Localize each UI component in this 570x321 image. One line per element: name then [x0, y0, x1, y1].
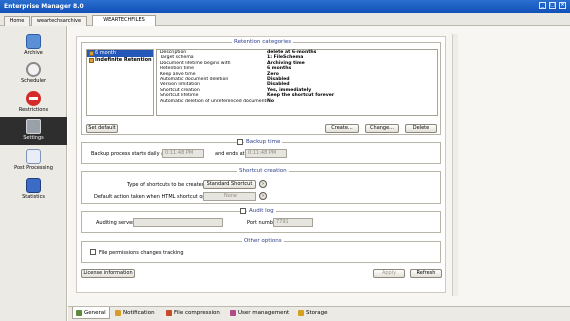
retention-group: Retention categories 6 month Indefinite …: [81, 39, 441, 135]
tab-label: Notification: [123, 310, 155, 316]
apply-button[interactable]: Apply: [373, 269, 405, 278]
change-button[interactable]: Change...: [365, 124, 399, 133]
backup-end-label: and ends at: [215, 151, 245, 157]
category-label: Indefinite Retention: [95, 57, 152, 63]
sidebar: Archive Scheduler Restrictions Settings …: [0, 26, 67, 321]
detail-row: Automatic deletion of unreferenced docum…: [157, 99, 437, 104]
sidebar-item-settings[interactable]: Settings: [0, 117, 67, 145]
create-button[interactable]: Create...: [325, 124, 359, 133]
window-title: Enterprise Manager 8.0: [4, 3, 84, 10]
file-permissions-label: File permissions changes tracking: [99, 250, 184, 256]
chevron-down-icon[interactable]: ›: [259, 192, 267, 200]
category-label: 6 month: [95, 50, 116, 56]
sidebar-item-restrictions[interactable]: Restrictions: [0, 89, 67, 117]
sidebar-item-label: Statistics: [22, 194, 45, 200]
retention-title: Retention categories: [232, 39, 294, 45]
file-compression-icon: [166, 310, 172, 316]
window-titlebar: Enterprise Manager 8.0 _ □ ×: [0, 0, 570, 13]
shortcut-title: Shortcut creation: [237, 168, 289, 174]
retention-details: Description delete at 6-months Target sch…: [156, 49, 438, 116]
audit-checkbox[interactable]: [240, 208, 246, 214]
notification-icon: [115, 310, 121, 316]
default-action-select[interactable]: None: [203, 192, 256, 201]
other-options-title: Other options: [242, 238, 284, 244]
list-item[interactable]: Indefinite Retention: [87, 57, 153, 64]
list-item[interactable]: 6 month: [87, 50, 153, 57]
sidebar-item-post-processing[interactable]: Post Processing: [0, 147, 67, 175]
detail-key: Automatic deletion of unreferenced docum…: [160, 98, 267, 104]
tab-storage[interactable]: Storage: [295, 307, 331, 319]
port-number-field[interactable]: 7791: [273, 218, 313, 227]
tab-weartechfiles[interactable]: WEARTECHFILES: [92, 15, 156, 26]
refresh-button[interactable]: Refresh: [410, 269, 442, 278]
user-management-icon: [230, 310, 236, 316]
tab-home[interactable]: Home: [4, 16, 30, 26]
tab-label: Storage: [306, 310, 328, 316]
audit-group: Audit log Auditing server Port number 77…: [81, 208, 441, 233]
tab-user-management[interactable]: User management: [227, 307, 292, 319]
license-information-button[interactable]: License information: [81, 269, 135, 278]
shortcut-type-select[interactable]: Standard Shortcut: [203, 180, 256, 189]
top-tab-bar: Home weartechsarchive WEARTECHFILES: [0, 13, 570, 26]
sidebar-item-label: Settings: [23, 135, 44, 141]
sidebar-item-label: Restrictions: [18, 107, 49, 113]
file-permissions-checkbox[interactable]: [90, 249, 96, 255]
maximize-icon[interactable]: □: [549, 2, 556, 9]
tab-weartechsarchive[interactable]: weartechsarchive: [31, 16, 87, 26]
default-action-label: Default action taken when HTML shortcut …: [94, 194, 219, 200]
sidebar-item-scheduler[interactable]: Scheduler: [0, 60, 67, 88]
shortcut-group: Shortcut creation Type of shortcuts to b…: [81, 168, 441, 204]
settings-panel: Retention categories 6 month Indefinite …: [76, 36, 446, 293]
other-options-group: Other options File permissions changes t…: [81, 238, 441, 263]
retention-category-list[interactable]: 6 month Indefinite Retention: [86, 49, 154, 116]
sidebar-item-archive[interactable]: Archive: [0, 32, 67, 60]
tab-file-compression[interactable]: File compression: [163, 307, 223, 319]
tab-label: File compression: [174, 310, 220, 316]
tab-label: User management: [238, 310, 290, 316]
window-controls: _ □ ×: [539, 2, 566, 9]
backup-start-label: Backup process starts daily at: [91, 151, 167, 157]
statistics-icon: [26, 178, 41, 193]
backup-title: Backup time: [244, 139, 283, 145]
storage-icon: [298, 310, 304, 316]
sidebar-item-label: Scheduler: [20, 78, 47, 84]
settings-icon: [26, 119, 41, 134]
set-default-button[interactable]: Set default: [86, 124, 118, 133]
shortcut-type-label: Type of shortcuts to be created: [127, 182, 205, 188]
close-icon[interactable]: ×: [559, 2, 566, 9]
sidebar-item-label: Post Processing: [14, 165, 53, 171]
no-entry-bar: [29, 97, 38, 100]
clock-icon: [26, 62, 41, 77]
detail-value: Keep the shortcut forever: [267, 93, 335, 99]
no-entry-icon: [26, 91, 41, 106]
sidebar-item-statistics[interactable]: Statistics: [0, 176, 67, 204]
archive-icon: [26, 34, 41, 49]
general-icon: [76, 309, 82, 316]
audit-title: Audit log: [247, 208, 276, 214]
sidebar-item-label: Archive: [24, 50, 43, 56]
bottom-tab-bar: General Notification File compression Us…: [68, 306, 570, 321]
tab-notification[interactable]: Notification: [112, 307, 158, 319]
backup-checkbox[interactable]: [237, 139, 243, 145]
detail-value: No: [267, 98, 275, 104]
delete-button[interactable]: Delete: [405, 124, 437, 133]
chevron-down-icon[interactable]: ›: [259, 180, 267, 188]
tab-label: General: [84, 309, 106, 316]
vertical-scrollbar[interactable]: [452, 34, 458, 296]
backup-start-time-field[interactable]: 0:11:48 PM: [162, 149, 204, 158]
backup-end-time-field[interactable]: 0:11:48 PM: [245, 149, 287, 158]
tab-general[interactable]: General: [72, 307, 110, 319]
folder-icon: [89, 51, 94, 56]
backup-group: Backup time Backup process starts daily …: [81, 139, 441, 164]
post-processing-icon: [26, 149, 41, 164]
auditing-server-field[interactable]: [133, 218, 223, 227]
auditing-server-label: Auditing server: [96, 220, 135, 226]
folder-icon: [89, 58, 94, 63]
minimize-icon[interactable]: _: [539, 2, 546, 9]
